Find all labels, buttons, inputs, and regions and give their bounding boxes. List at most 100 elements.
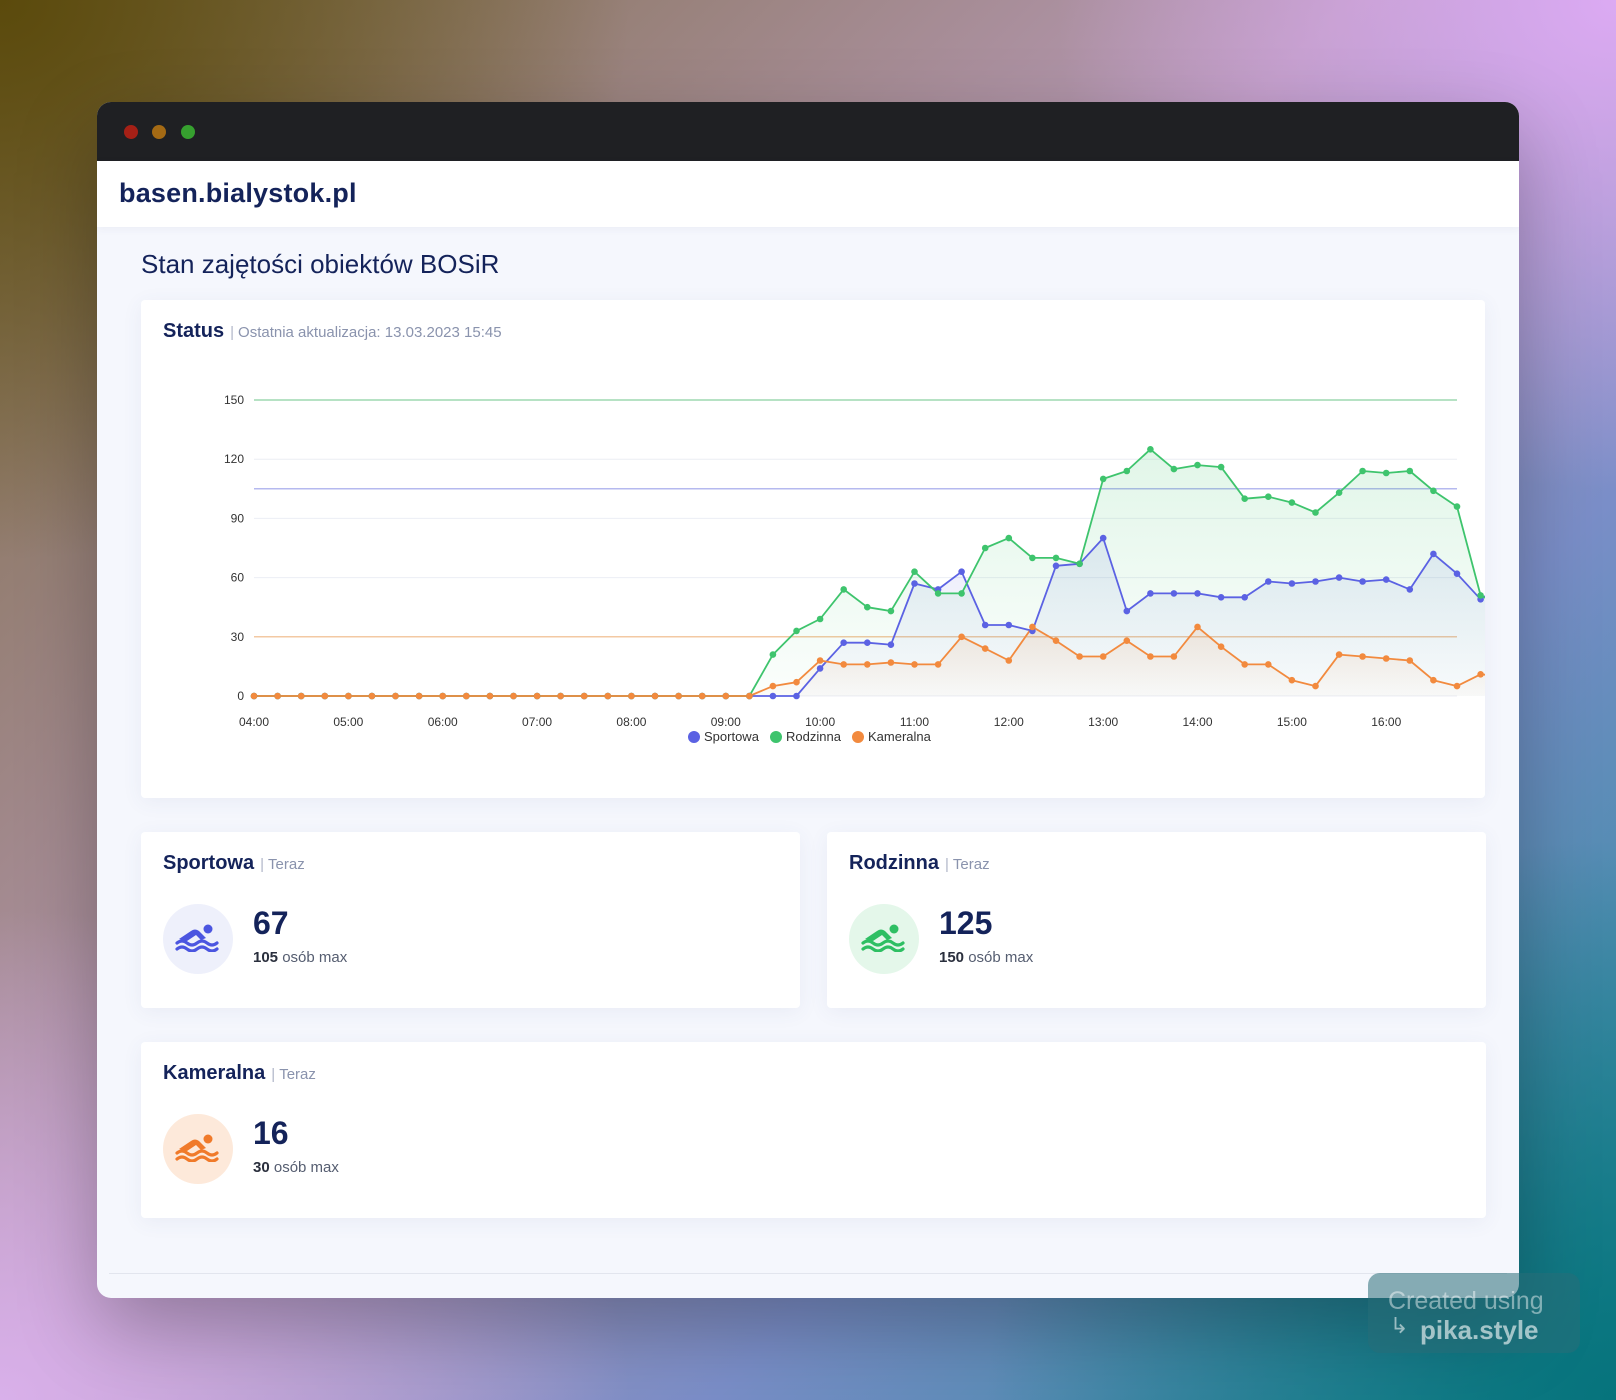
data-point-rodzinna[interactable] <box>1005 534 1013 542</box>
data-point-sportowa[interactable] <box>1241 594 1248 601</box>
data-point-kameralna[interactable] <box>297 692 305 700</box>
data-point-kameralna[interactable] <box>1147 653 1154 660</box>
data-point-kameralna[interactable] <box>533 692 541 700</box>
data-point-sportowa[interactable] <box>958 568 965 575</box>
data-point-kameralna[interactable] <box>1312 682 1319 690</box>
data-point-rodzinna[interactable] <box>1194 461 1201 469</box>
data-point-kameralna[interactable] <box>486 692 494 700</box>
data-point-kameralna[interactable] <box>368 692 376 700</box>
data-point-kameralna[interactable] <box>1029 623 1036 631</box>
close-window-button[interactable] <box>124 125 138 139</box>
data-point-kameralna[interactable] <box>934 661 942 668</box>
data-point-kameralna[interactable] <box>981 645 989 652</box>
data-point-sportowa[interactable] <box>1147 590 1154 597</box>
data-point-kameralna[interactable] <box>1359 653 1366 660</box>
data-point-sportowa[interactable] <box>1430 550 1437 558</box>
data-point-sportowa[interactable] <box>1217 594 1225 601</box>
data-point-rodzinna[interactable] <box>1359 467 1366 475</box>
data-point-sportowa[interactable] <box>769 692 777 700</box>
data-point-kameralna[interactable] <box>1453 682 1461 690</box>
data-point-kameralna[interactable] <box>415 692 423 700</box>
data-point-sportowa[interactable] <box>840 639 847 646</box>
data-point-sportowa[interactable] <box>1335 574 1343 581</box>
data-point-rodzinna[interactable] <box>1029 554 1036 562</box>
data-point-kameralna[interactable] <box>1265 661 1272 668</box>
data-point-sportowa[interactable] <box>816 665 824 672</box>
data-point-kameralna[interactable] <box>864 661 871 668</box>
data-point-rodzinna[interactable] <box>1406 467 1414 475</box>
data-point-kameralna[interactable] <box>1430 676 1437 684</box>
data-point-rodzinna[interactable] <box>793 627 800 635</box>
data-point-kameralna[interactable] <box>1477 671 1484 678</box>
data-point-kameralna[interactable] <box>345 692 352 700</box>
minimize-window-button[interactable] <box>152 125 166 139</box>
data-point-rodzinna[interactable] <box>1241 495 1248 502</box>
legend-item-rodzinna[interactable]: Rodzinna <box>770 729 842 744</box>
data-point-rodzinna[interactable] <box>1477 592 1484 599</box>
data-point-rodzinna[interactable] <box>911 568 918 575</box>
data-point-rodzinna[interactable] <box>1382 469 1390 477</box>
data-point-kameralna[interactable] <box>675 692 682 700</box>
data-point-kameralna[interactable] <box>840 661 847 668</box>
data-point-sportowa[interactable] <box>1265 578 1272 585</box>
data-point-sportowa[interactable] <box>793 692 800 700</box>
data-point-rodzinna[interactable] <box>981 544 989 552</box>
data-point-kameralna[interactable] <box>1170 653 1178 660</box>
data-point-sportowa[interactable] <box>864 639 871 646</box>
data-point-kameralna[interactable] <box>746 692 753 700</box>
created-using-badge[interactable]: Created using ↳ pika.style <box>1368 1273 1580 1353</box>
data-point-kameralna[interactable] <box>1241 661 1248 668</box>
data-point-kameralna[interactable] <box>557 692 564 700</box>
data-point-rodzinna[interactable] <box>1453 503 1461 510</box>
data-point-sportowa[interactable] <box>1453 570 1461 577</box>
data-point-kameralna[interactable] <box>651 692 659 700</box>
data-point-sportowa[interactable] <box>1194 590 1201 597</box>
data-point-kameralna[interactable] <box>321 692 329 700</box>
data-point-sportowa[interactable] <box>1099 534 1107 542</box>
data-point-rodzinna[interactable] <box>958 590 965 597</box>
data-point-kameralna[interactable] <box>769 682 777 690</box>
data-point-kameralna[interactable] <box>1076 653 1083 660</box>
data-point-sportowa[interactable] <box>1123 607 1131 615</box>
data-point-kameralna[interactable] <box>392 692 399 700</box>
data-point-kameralna[interactable] <box>274 692 281 700</box>
data-point-rodzinna[interactable] <box>816 615 824 623</box>
data-point-rodzinna[interactable] <box>1076 560 1083 568</box>
data-point-kameralna[interactable] <box>887 659 895 666</box>
data-point-sportowa[interactable] <box>1288 580 1296 587</box>
data-point-kameralna[interactable] <box>463 692 470 700</box>
data-point-rodzinna[interactable] <box>934 590 942 597</box>
data-point-kameralna[interactable] <box>1052 637 1060 644</box>
data-point-kameralna[interactable] <box>816 657 824 664</box>
data-point-rodzinna[interactable] <box>769 651 777 658</box>
data-point-kameralna[interactable] <box>439 692 447 700</box>
data-point-kameralna[interactable] <box>1406 657 1414 664</box>
data-point-rodzinna[interactable] <box>840 586 847 593</box>
data-point-kameralna[interactable] <box>1194 623 1201 631</box>
data-point-sportowa[interactable] <box>1052 562 1060 570</box>
legend-item-sportowa[interactable]: Sportowa <box>688 729 760 744</box>
data-point-rodzinna[interactable] <box>1265 493 1272 500</box>
occupancy-chart[interactable]: 04:00 05:00 06:00 07:00 08:00 09:00 10:00 11:00… <box>141 300 1485 798</box>
data-point-rodzinna[interactable] <box>887 607 895 615</box>
data-point-kameralna[interactable] <box>1123 637 1131 644</box>
data-point-kameralna[interactable] <box>1382 655 1390 662</box>
data-point-rodzinna[interactable] <box>1288 499 1296 506</box>
site-logo-link[interactable]: basen.bialystok.pl <box>119 178 357 209</box>
data-point-kameralna[interactable] <box>793 678 800 686</box>
data-point-kameralna[interactable] <box>1288 676 1296 684</box>
data-point-kameralna[interactable] <box>1335 651 1343 658</box>
data-point-rodzinna[interactable] <box>1217 463 1225 471</box>
data-point-kameralna[interactable] <box>628 692 635 700</box>
data-point-rodzinna[interactable] <box>1312 509 1319 516</box>
data-point-kameralna[interactable] <box>1005 657 1013 664</box>
data-point-kameralna[interactable] <box>250 692 258 700</box>
data-point-sportowa[interactable] <box>911 580 918 587</box>
data-point-sportowa[interactable] <box>1359 578 1366 585</box>
data-point-sportowa[interactable] <box>1382 576 1390 583</box>
data-point-sportowa[interactable] <box>1312 578 1319 585</box>
data-point-kameralna[interactable] <box>698 692 706 700</box>
data-point-kameralna[interactable] <box>722 692 730 700</box>
data-point-kameralna[interactable] <box>1099 653 1107 660</box>
data-point-sportowa[interactable] <box>1406 586 1414 593</box>
